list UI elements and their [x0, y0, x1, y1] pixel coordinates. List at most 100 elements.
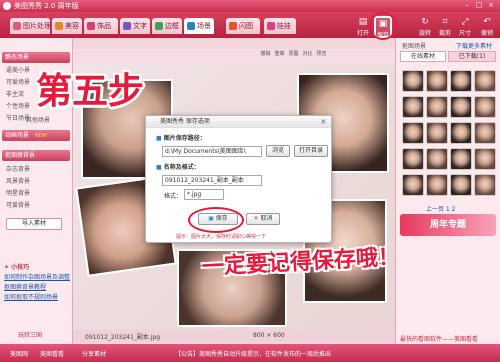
- scene-thumbnail[interactable]: [426, 70, 448, 92]
- import-material-button[interactable]: 导入素材: [6, 218, 62, 230]
- crop-icon: ⌗: [442, 17, 448, 27]
- status-filename: 091012_203241_副本.jpg: [85, 334, 161, 341]
- static-scene-header[interactable]: 静态场景: [2, 52, 70, 63]
- tab-image-edit[interactable]: 图片处理: [10, 18, 51, 34]
- title-bar: 美图秀秀 2.0 周年版 – □ ×: [0, 0, 500, 12]
- undo-icon: ↶: [483, 17, 491, 27]
- scene-thumbnail[interactable]: [474, 96, 496, 118]
- cancel-icon: ✕: [253, 215, 259, 222]
- tab-flash[interactable]: 闪图: [226, 18, 260, 34]
- category-item[interactable]: 其他场景: [26, 116, 50, 126]
- dialog-title: 美图秀秀 保存选项: [146, 116, 331, 128]
- tab-online-material[interactable]: 在线素材: [400, 51, 446, 62]
- step-caption: 第五步: [36, 71, 145, 112]
- scene-thumbnail[interactable]: [426, 122, 448, 144]
- category-item[interactable]: 个性场景: [6, 102, 30, 112]
- scene-thumbnail[interactable]: [474, 174, 496, 196]
- save-tool-highlight: [369, 12, 397, 40]
- scene-thumbnail[interactable]: [426, 174, 448, 196]
- footer-news[interactable]: 【公告】美图秀秀自动升级提示，在软件发布的一周后推出: [175, 349, 331, 358]
- panel-title: 抠图场景: [402, 43, 427, 50]
- tab-label: 饰品: [97, 22, 111, 30]
- close-button[interactable]: ×: [486, 1, 496, 10]
- footer-bar: 美图网 美图看看 分享素材 【公告】美图秀秀自动升级提示，在软件发布的一周后推出: [0, 344, 500, 362]
- canvas-preview-button[interactable]: 预览: [315, 50, 328, 63]
- minimize-button[interactable]: –: [462, 1, 472, 10]
- undo-button[interactable]: ↶ 撤销: [478, 16, 496, 38]
- scene-thumbnail[interactable]: [474, 148, 496, 170]
- flash-icon: [229, 22, 237, 30]
- cutout-background-header[interactable]: 抠图换背景: [2, 150, 70, 161]
- tab-scene[interactable]: 场景: [184, 18, 214, 34]
- category-item[interactable]: 明星背景: [6, 189, 30, 199]
- scene-icon: [187, 22, 195, 30]
- status-dimensions: 800 × 600: [253, 332, 285, 339]
- canvas-original-button[interactable]: 原图: [287, 50, 300, 63]
- scene-thumbnail[interactable]: [450, 122, 472, 144]
- filename-input[interactable]: 091012_203241_副本_副本: [162, 175, 262, 186]
- dialog-close-button[interactable]: ×: [320, 117, 327, 126]
- tip-link[interactable]: 抠图换背景教程: [4, 282, 46, 291]
- canvas-undo-button[interactable]: 撤销: [259, 50, 272, 63]
- download-more-link[interactable]: 下载更多素材: [456, 41, 492, 50]
- dialog-tip: 提示：图片太大，保存时请耐心等候一下: [176, 234, 267, 240]
- crop-button[interactable]: ⌗ 裁剪: [436, 16, 454, 38]
- tab-accessories[interactable]: 饰品: [84, 18, 118, 34]
- category-item[interactable]: 可爱背景: [6, 201, 30, 211]
- canvas-redo-button[interactable]: 重做: [273, 50, 286, 63]
- tab-text[interactable]: 文字: [120, 18, 150, 34]
- maximize-button[interactable]: □: [474, 1, 484, 10]
- save-button-highlight: [188, 207, 244, 233]
- format-label: 格式：: [164, 193, 183, 200]
- browse-button[interactable]: 浏览: [266, 145, 290, 157]
- size-button[interactable]: ⤢ 尺寸: [456, 16, 474, 38]
- anniversary-promo-banner[interactable]: 周年专题: [400, 214, 496, 236]
- scene-thumbnail[interactable]: [402, 70, 424, 92]
- category-item[interactable]: 杂志背景: [6, 165, 30, 175]
- rotate-button[interactable]: ↻ 旋转: [416, 16, 434, 38]
- scene-thumbnail[interactable]: [402, 174, 424, 196]
- fun-link[interactable]: 玩转三国: [18, 330, 42, 339]
- scene-thumbnail[interactable]: [450, 96, 472, 118]
- viewer-promo-text[interactable]: 最快的看图软件——美图看看: [400, 334, 478, 343]
- scene-thumbnail[interactable]: [474, 70, 496, 92]
- scene-thumbnail[interactable]: [474, 122, 496, 144]
- format-select[interactable]: *.jpg: [184, 189, 224, 200]
- animated-scene-header[interactable]: 动画场景 NEW: [2, 130, 70, 141]
- footer-link[interactable]: 美图网: [10, 349, 28, 358]
- status-bar: 091012_203241_副本.jpg 800 × 600: [73, 330, 395, 342]
- tab-downloaded[interactable]: 已下载(1): [448, 51, 496, 62]
- pager[interactable]: 上一页 1 2: [426, 204, 455, 213]
- tab-frame[interactable]: 边框: [152, 18, 182, 34]
- document-icon: ■: [156, 164, 162, 171]
- footer-link[interactable]: 美图看看: [40, 349, 64, 358]
- category-item[interactable]: 可爱场景: [6, 78, 30, 88]
- lightbulb-icon: ✦: [4, 264, 10, 271]
- tab-label: 文字: [133, 22, 147, 30]
- scene-thumbnail[interactable]: [426, 148, 448, 170]
- open-directory-button[interactable]: 打开目录: [294, 145, 328, 157]
- tab-beauty[interactable]: 美容: [52, 18, 82, 34]
- tip-link[interactable]: 如何抠取不规则场景: [4, 292, 58, 301]
- category-item[interactable]: 非主流: [6, 90, 24, 100]
- scene-thumbnail[interactable]: [450, 70, 472, 92]
- tab-label: 图片处理: [23, 22, 51, 30]
- doll-icon: [267, 22, 275, 30]
- dialog-cancel-button[interactable]: ✕ 取消: [246, 213, 280, 225]
- frame-icon: [155, 22, 163, 30]
- category-item[interactable]: 风景背景: [6, 177, 30, 187]
- path-input[interactable]: d:\My Documents\美图图库\: [162, 146, 262, 157]
- footer-link[interactable]: 分享素材: [82, 349, 106, 358]
- scene-thumbnail[interactable]: [402, 96, 424, 118]
- tip-link[interactable]: 如何制作杂图场景及调整: [4, 272, 70, 281]
- scene-thumbnail[interactable]: [402, 122, 424, 144]
- heart-icon: [87, 22, 95, 30]
- canvas-compare-button[interactable]: 对比: [301, 50, 314, 63]
- scene-thumbnail[interactable]: [450, 174, 472, 196]
- scene-thumbnail[interactable]: [450, 148, 472, 170]
- scene-thumbnail[interactable]: [426, 96, 448, 118]
- tab-doll[interactable]: 娃娃: [264, 18, 296, 34]
- category-item[interactable]: 逼美小景: [6, 66, 30, 76]
- scene-thumbnail[interactable]: [402, 148, 424, 170]
- folder-icon: ■: [156, 135, 162, 142]
